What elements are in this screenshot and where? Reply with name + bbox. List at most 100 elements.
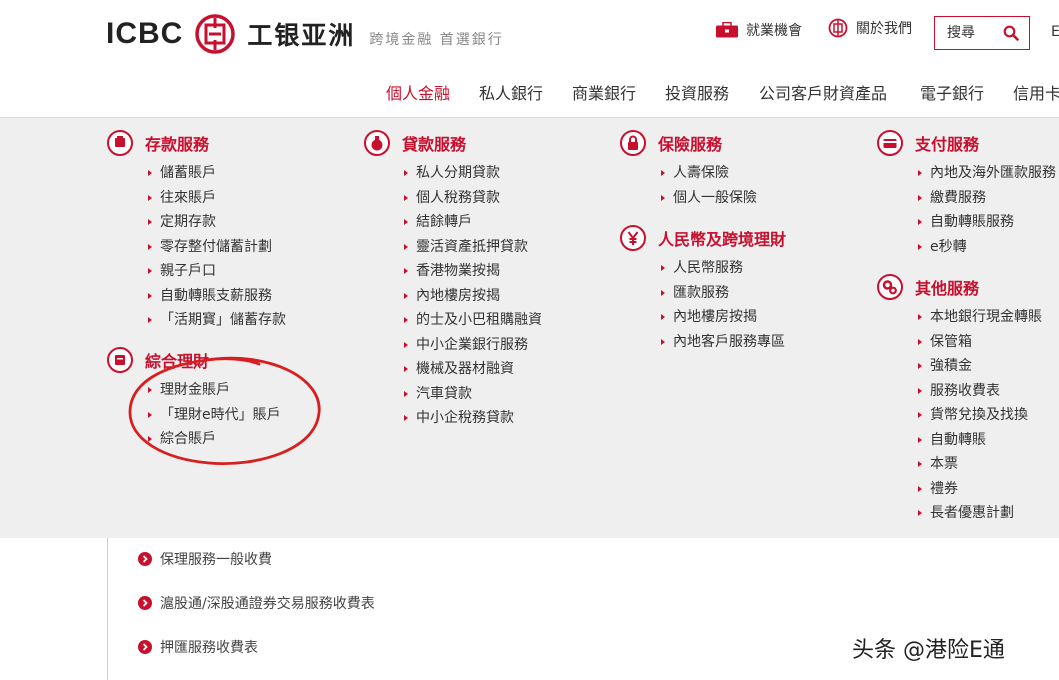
link-currency-exchange[interactable]: 貨幣兌換及找換 [916, 403, 1042, 428]
rmb-links: 人民幣服務 匯款服務 內地樓房按揭 內地客戶服務專區 [659, 256, 785, 354]
link-autopay-payroll[interactable]: 自動轉賬支薪服務 [146, 284, 286, 309]
link-mainland-mortgage[interactable]: 內地樓房按揭 [402, 284, 542, 309]
logo-tagline: 跨境金融 首選銀行 [369, 32, 504, 48]
link-taxi-minibus-financing[interactable]: 的士及小巴租購融資 [402, 308, 542, 333]
link-safe-deposit-box[interactable]: 保管箱 [916, 330, 1042, 355]
lock-icon [620, 130, 646, 156]
section-deposit[interactable]: 存款服務 [107, 130, 209, 156]
link-cashier-order[interactable]: 本票 [916, 452, 1042, 477]
main-nav: 個人金融 私人銀行 商業銀行 投資服務 公司客戶財資產品 電子銀行 信用卡 [0, 80, 1059, 104]
link-hk-mortgage[interactable]: 香港物業按揭 [402, 259, 542, 284]
link-general-insurance[interactable]: 個人一般保險 [659, 186, 757, 211]
link-life-insurance[interactable]: 人壽保險 [659, 161, 757, 186]
link-current-account[interactable]: 往來賬戶 [146, 186, 286, 211]
link-elite-club-account[interactable]: 理財金賬戶 [146, 378, 281, 403]
link-auto-transfer[interactable]: 自動轉賬 [916, 428, 1042, 453]
link-e-second-transfer[interactable]: e秒轉 [916, 235, 1056, 260]
payment-card-icon [877, 130, 903, 156]
link-sme-tax-loan[interactable]: 中小企稅務貸款 [402, 406, 542, 431]
section-title: 貸款服務 [402, 135, 467, 154]
section-title: 綜合理財 [145, 352, 210, 371]
link-mainland-customer-zone[interactable]: 內地客戶服務專區 [659, 330, 785, 355]
link-recurring-savings[interactable]: 零存整付儲蓄計劃 [146, 235, 286, 260]
loan-links: 私人分期貸款 個人稅務貸款 結餘轉戶 靈活資產抵押貸款 香港物業按揭 內地樓房按… [402, 161, 542, 431]
wealth-management-icon [107, 347, 133, 373]
search-button[interactable] [995, 18, 1027, 48]
section-title: 其他服務 [915, 279, 980, 298]
section-loan[interactable]: 貸款服務 [364, 130, 466, 156]
link-remittance-mainland-overseas[interactable]: 內地及海外匯款服務 [916, 161, 1056, 186]
careers-link[interactable]: 就業機會 [716, 20, 802, 40]
chevron-right-icon [138, 552, 152, 566]
watermark: 头条 @港险E通 [852, 638, 1005, 663]
search-input[interactable] [935, 18, 995, 48]
section-title: 人民幣及跨境理財 [658, 230, 787, 249]
nav-private-banking[interactable]: 私人銀行 [479, 80, 543, 104]
section-title: 保險服務 [658, 135, 723, 154]
nav-investment-services[interactable]: 投資服務 [665, 80, 729, 104]
icbc-seal-icon [195, 14, 236, 54]
about-label: 關於我們 [856, 21, 912, 37]
careers-label: 就業機會 [746, 23, 802, 39]
link-local-bank-transfer[interactable]: 本地銀行現金轉賬 [916, 305, 1042, 330]
link-personal-tax-loan[interactable]: 個人稅務貸款 [402, 186, 542, 211]
search-box [934, 16, 1030, 50]
fee-bills-link[interactable]: 押匯服務收費表 [138, 637, 258, 657]
fee-item-label: 滬股通/深股通證券交易服務收費表 [160, 596, 375, 612]
mega-menu-personal-banking: 存款服務 儲蓄賬戶 往來賬戶 定期存款 零存整付儲蓄計劃 親子戶口 自動轉賬支薪… [0, 118, 1059, 538]
link-rmb-services[interactable]: 人民幣服務 [659, 256, 785, 281]
nav-corporate-treasury[interactable]: 公司客戶財資產品 [759, 80, 887, 104]
link-balance-transfer[interactable]: 結餘轉戶 [402, 210, 542, 235]
nav-credit-card[interactable]: 信用卡 [1013, 80, 1059, 104]
link-savings-account[interactable]: 儲蓄賬戶 [146, 161, 286, 186]
chevron-right-icon [138, 596, 152, 610]
section-wealth[interactable]: 綜合理財 [107, 347, 209, 373]
fee-item-label: 押匯服務收費表 [160, 640, 258, 656]
section-payment[interactable]: 支付服務 [877, 130, 979, 156]
link-personal-instalment-loan[interactable]: 私人分期貸款 [402, 161, 542, 186]
money-bag-icon [364, 130, 390, 156]
section-title: 支付服務 [915, 135, 980, 154]
fee-stock-connect-link[interactable]: 滬股通/深股通證券交易服務收費表 [138, 593, 375, 613]
nav-commercial-banking[interactable]: 商業銀行 [572, 80, 636, 104]
language-switch[interactable]: E [1051, 24, 1059, 40]
nav-e-banking[interactable]: 電子銀行 [920, 80, 984, 104]
link-integrated-account[interactable]: 綜合賬戶 [146, 427, 281, 452]
link-huoqibao-savings[interactable]: 「活期寳」儲蓄存款 [146, 308, 286, 333]
fee-factoring-link[interactable]: 保理服務一般收費 [138, 549, 272, 569]
section-title: 存款服務 [145, 135, 210, 154]
link-e-age-account[interactable]: 「理財e時代」賬戶 [146, 403, 281, 428]
briefcase-icon [716, 22, 738, 38]
logo-text: ICBC [106, 17, 184, 50]
gears-icon [877, 274, 903, 300]
link-sme-banking[interactable]: 中小企業銀行服務 [402, 333, 542, 358]
link-time-deposit[interactable]: 定期存款 [146, 210, 286, 235]
link-machinery-financing[interactable]: 機械及器材融資 [402, 357, 542, 382]
section-other[interactable]: 其他服務 [877, 274, 979, 300]
deposit-links: 儲蓄賬戶 往來賬戶 定期存款 零存整付儲蓄計劃 親子戶口 自動轉賬支薪服務 「活… [146, 161, 286, 333]
search-icon [1003, 25, 1019, 41]
link-senior-offer[interactable]: 長者優惠計劃 [916, 501, 1042, 526]
about-us-link[interactable]: 關於我們 [828, 18, 912, 38]
other-links: 本地銀行現金轉賬 保管箱 強積金 服務收費表 貨幣兌換及找換 自動轉賬 本票 禮… [916, 305, 1042, 526]
link-mainland-property-mortgage[interactable]: 內地樓房按揭 [659, 305, 785, 330]
content-left-border [107, 538, 108, 680]
deposit-icon [107, 130, 133, 156]
icbc-logo[interactable]: ICBC 工银亚洲 跨境金融 首選銀行 [106, 12, 504, 56]
payment-links: 內地及海外匯款服務 繳費服務 自動轉賬服務 e秒轉 [916, 161, 1056, 259]
wealth-links: 理財金賬戶 「理財e時代」賬戶 綜合賬戶 [146, 378, 281, 452]
link-gift-cheque[interactable]: 禮券 [916, 477, 1042, 502]
link-service-charges[interactable]: 服務收費表 [916, 379, 1042, 404]
link-autopay-service[interactable]: 自動轉賬服務 [916, 210, 1056, 235]
link-mpf[interactable]: 強積金 [916, 354, 1042, 379]
link-bill-payment[interactable]: 繳費服務 [916, 186, 1056, 211]
link-parent-child-account[interactable]: 親子戶口 [146, 259, 286, 284]
link-remittance-services[interactable]: 匯款服務 [659, 281, 785, 306]
chevron-right-icon [138, 640, 152, 654]
section-insurance[interactable]: 保險服務 [620, 130, 722, 156]
link-flexible-secured-loan[interactable]: 靈活資產抵押貸款 [402, 235, 542, 260]
nav-personal-banking[interactable]: 個人金融 [386, 80, 450, 104]
section-rmb[interactable]: 人民幣及跨境理財 [620, 225, 786, 251]
icbc-small-seal-icon [828, 18, 848, 38]
link-auto-loan[interactable]: 汽車貸款 [402, 382, 542, 407]
